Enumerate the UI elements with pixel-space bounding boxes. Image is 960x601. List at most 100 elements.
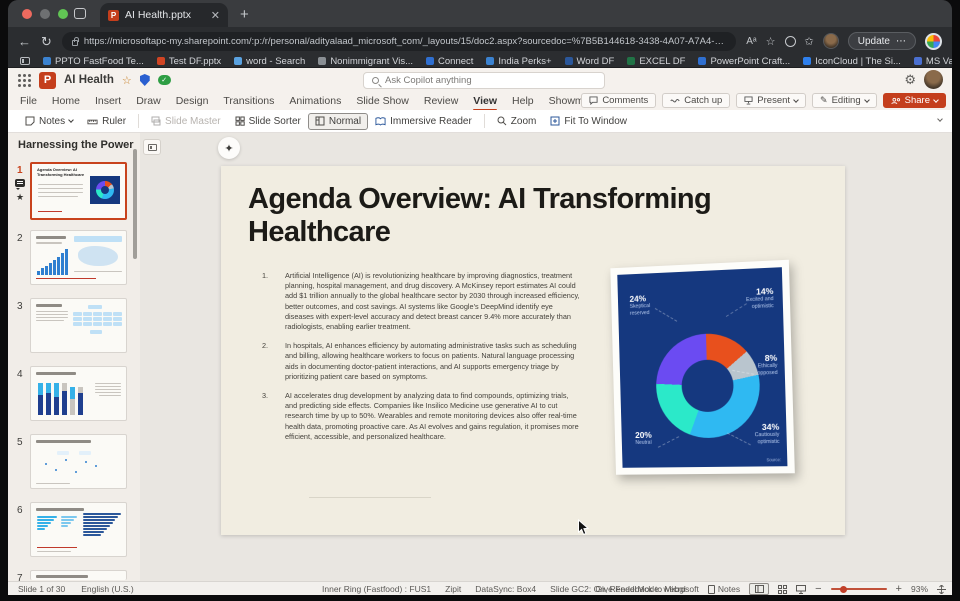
- feedback-link[interactable]: Give Feedback to Microsoft: [595, 584, 698, 594]
- window-controls: [22, 9, 68, 19]
- back-icon[interactable]: ←: [18, 35, 31, 48]
- fit-slide-to-window-icon[interactable]: [937, 585, 946, 594]
- menu-design[interactable]: Design: [176, 95, 209, 107]
- document-title[interactable]: AI Health: [64, 74, 114, 86]
- chevron-down-icon: [864, 97, 870, 103]
- menu-slide-show[interactable]: Slide Show: [356, 95, 409, 107]
- zoom-percentage[interactable]: 93%: [911, 584, 928, 594]
- address-bar[interactable]: https://microsoftapc-my.sharepoint.com/:…: [62, 32, 736, 51]
- fit-to-window-button[interactable]: Fit To Window: [543, 113, 634, 130]
- share-button[interactable]: Share: [883, 93, 946, 108]
- slide-editor[interactable]: Agenda Overview: AI Transforming Healthc…: [221, 166, 845, 535]
- slide-thumbnail-1[interactable]: Agenda Overview: AI Transforming Healthc…: [30, 162, 127, 220]
- bookmark-item[interactable]: Test DF.pptx: [157, 56, 221, 67]
- bookmark-item[interactable]: PowerPoint Craft...: [698, 56, 790, 67]
- minimize-window-button[interactable]: [40, 9, 50, 19]
- slide-sorter-view-toggle[interactable]: [778, 585, 787, 594]
- ruler-button[interactable]: Ruler: [80, 113, 133, 130]
- menu-transitions[interactable]: Transitions: [223, 95, 274, 107]
- present-button[interactable]: Present: [736, 93, 806, 108]
- favorite-star-icon[interactable]: ☆: [122, 74, 132, 87]
- editing-mode-button[interactable]: ✎ Editing: [812, 93, 877, 108]
- slide-sorter-button[interactable]: Slide Sorter: [228, 113, 308, 130]
- comment-indicator-icon[interactable]: [15, 179, 25, 187]
- comments-button[interactable]: Comments: [581, 93, 656, 108]
- normal-view-button[interactable]: Normal: [308, 113, 368, 130]
- menu-animations[interactable]: Animations: [289, 95, 341, 107]
- ruler-label: Ruler: [102, 116, 126, 127]
- close-window-button[interactable]: [22, 9, 32, 19]
- normal-view-toggle[interactable]: [749, 583, 769, 595]
- immersive-reader-button[interactable]: Immersive Reader: [368, 113, 479, 130]
- browser-menu-icon[interactable]: ⋯: [896, 36, 906, 47]
- bookmark-item[interactable]: Connect: [426, 56, 473, 67]
- menu-file[interactable]: File: [20, 95, 37, 107]
- menu-review[interactable]: Review: [424, 95, 458, 107]
- settings-gear-icon[interactable]: ⚙: [904, 73, 916, 86]
- slide-thumbnail-3[interactable]: [30, 298, 127, 353]
- editing-label: Editing: [832, 95, 861, 106]
- zoom-window-button[interactable]: [58, 9, 68, 19]
- update-button[interactable]: Update ⋯: [848, 32, 916, 50]
- slide-thumbnail-7[interactable]: [30, 570, 127, 580]
- chart-label: 34% Cautiously optimistic: [754, 422, 779, 446]
- collapse-panel-button[interactable]: [143, 139, 161, 155]
- chart-image[interactable]: 24% Skeptical reserved 14% Excited and o…: [610, 260, 794, 475]
- profile-avatar[interactable]: [823, 33, 839, 49]
- tab-close-icon[interactable]: ✕: [211, 9, 220, 22]
- chrome-profile-icon[interactable]: [925, 33, 942, 50]
- panel-scrollbar[interactable]: [133, 149, 137, 259]
- browser-tab[interactable]: P AI Health.pptx ✕: [100, 3, 228, 27]
- bookmark-item[interactable]: EXCEL DF: [627, 56, 685, 67]
- menu-insert[interactable]: Insert: [95, 95, 121, 107]
- menu-help[interactable]: Help: [512, 95, 534, 107]
- lock-icon: [72, 40, 78, 46]
- menu-draw[interactable]: Draw: [136, 95, 161, 107]
- slide-master-button[interactable]: Slide Master: [144, 113, 228, 130]
- bookmark-item[interactable]: Word DF: [565, 56, 615, 67]
- bookmark-item[interactable]: MS Vacation - Ho...: [914, 56, 952, 67]
- bookmark-star-icon[interactable]: ☆: [766, 35, 776, 48]
- slide-thumbnail-2[interactable]: [30, 230, 127, 285]
- zoom-in-button[interactable]: +: [896, 583, 902, 595]
- bookmark-item[interactable]: IconCloud | The Si...: [803, 56, 901, 67]
- slide-thumbnail-5[interactable]: [30, 434, 127, 489]
- bookmark-item[interactable]: Nonimmigrant Vis...: [318, 56, 413, 67]
- side-panel-icon[interactable]: ✩: [805, 35, 814, 48]
- reader-mode-icon[interactable]: Aᵃ: [746, 36, 756, 47]
- zoom-button[interactable]: Zoom: [490, 113, 544, 130]
- slide-thumbnail-4[interactable]: [30, 366, 127, 421]
- tab-overview-icon[interactable]: [74, 8, 86, 19]
- slide-indicator[interactable]: Slide 1 of 30: [18, 584, 65, 594]
- bookmark-item[interactable]: word - Search: [234, 56, 305, 67]
- slideshow-view-toggle[interactable]: [796, 585, 806, 594]
- zoom-slider-knob[interactable]: [840, 586, 847, 593]
- bookmark-item[interactable]: India Perks+: [486, 56, 551, 67]
- zoom-slider[interactable]: [831, 588, 887, 590]
- list-item: 2. In hospitals, AI enhances efficiency …: [262, 341, 582, 382]
- copilot-sparkle-button[interactable]: ✦: [218, 137, 240, 159]
- language-indicator[interactable]: English (U.S.): [81, 584, 133, 594]
- account-avatar[interactable]: [924, 70, 943, 89]
- url-text: https://microsoftapc-my.sharepoint.com/:…: [84, 36, 726, 47]
- app-launcher-icon[interactable]: [18, 74, 31, 87]
- slide-thumbnail-6[interactable]: [30, 502, 127, 557]
- menu-view[interactable]: View: [473, 95, 497, 107]
- notes-button[interactable]: Notes: [18, 113, 80, 130]
- catch-up-button[interactable]: Catch up: [662, 93, 730, 108]
- menu-home[interactable]: Home: [52, 95, 80, 107]
- thumb-chart-card: [90, 176, 120, 204]
- bookmark-item[interactable]: PPTO FastFood Te...: [43, 56, 144, 67]
- notes-toggle[interactable]: Notes: [708, 584, 740, 594]
- collapse-ribbon-icon[interactable]: [937, 116, 943, 122]
- new-tab-button[interactable]: +: [240, 6, 249, 23]
- slide-number: 3: [17, 301, 23, 312]
- reading-list-icon[interactable]: [20, 57, 30, 65]
- reload-icon[interactable]: ↻: [41, 35, 52, 48]
- slide-title[interactable]: Agenda Overview: AI Transforming Healthc…: [248, 183, 823, 249]
- list-number: 1.: [262, 271, 285, 332]
- slide-body-list[interactable]: 1. Artificial Intelligence (AI) is revol…: [262, 271, 582, 442]
- copilot-search-input[interactable]: Ask Copilot anything: [363, 72, 605, 89]
- extension-icon[interactable]: [785, 36, 796, 47]
- zoom-out-button[interactable]: −: [815, 583, 821, 595]
